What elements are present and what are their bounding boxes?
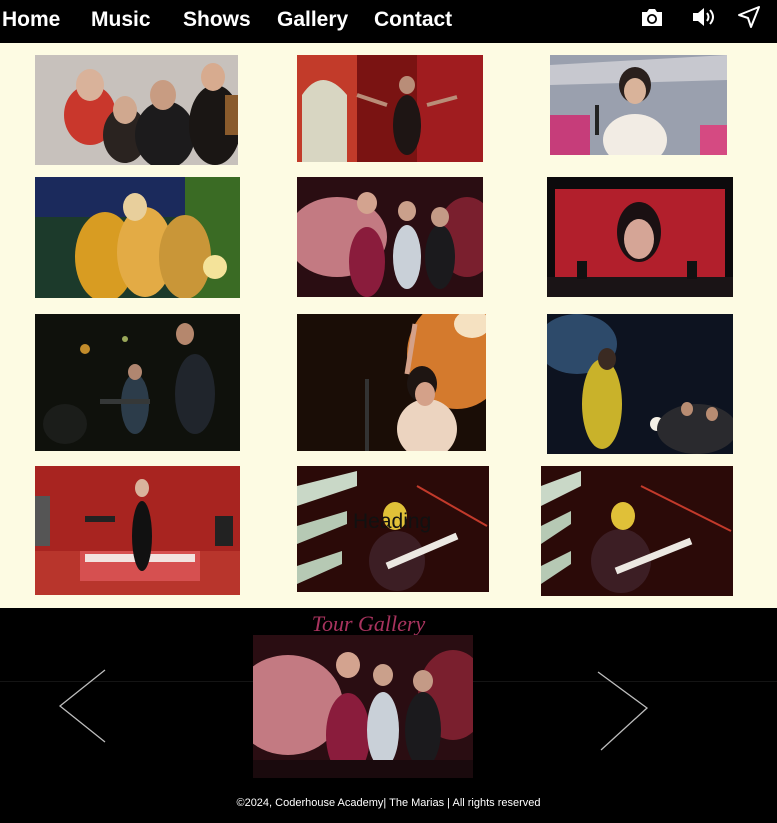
send-icon[interactable] — [736, 4, 762, 30]
gallery-photo-9[interactable] — [547, 314, 733, 454]
chevron-right-icon[interactable] — [595, 670, 650, 752]
gallery-photo-11[interactable]: Heading — [297, 466, 489, 592]
festival-singer-image — [550, 55, 727, 155]
chevron-left-icon[interactable] — [58, 668, 108, 744]
gallery-photo-4[interactable] — [35, 177, 240, 298]
guitarist-duplicate-image — [541, 466, 733, 596]
carousel-slide[interactable] — [253, 635, 473, 778]
footer-copyright: ©2024, Coderhouse Academy| The Marias | … — [236, 797, 541, 809]
nav-music-link[interactable]: Music — [91, 8, 151, 32]
gallery-photo-1[interactable] — [35, 55, 238, 165]
nav-home-link[interactable]: Home — [2, 8, 60, 32]
big-screen-stage-image — [547, 177, 733, 297]
photo-gallery: Heading — [0, 43, 777, 608]
tour-gallery-carousel: Tour Gallery ©2024, Coderhouse Academy| … — [0, 608, 777, 823]
concert-trio-image — [297, 177, 483, 297]
color-blur-image — [35, 177, 240, 298]
dark-stage-band-image — [35, 314, 240, 451]
spotlight-singer-image — [297, 314, 486, 451]
gallery-photo-8[interactable] — [297, 314, 486, 451]
red-studio-image — [35, 466, 240, 595]
nav-contact-link[interactable]: Contact — [374, 8, 452, 32]
gallery-photo-5[interactable] — [297, 177, 483, 297]
nav-shows-link[interactable]: Shows — [183, 8, 251, 32]
gallery-photo-6[interactable] — [547, 177, 733, 297]
tour-gallery-title: Tour Gallery — [311, 611, 426, 636]
stage-singer-image — [297, 55, 483, 162]
speaker-icon[interactable] — [690, 4, 716, 30]
nav-gallery-link[interactable]: Gallery — [277, 8, 348, 32]
gallery-photo-12[interactable] — [541, 466, 733, 596]
crowd-performance-image — [547, 314, 733, 454]
carousel-slide-image — [253, 635, 473, 778]
gallery-photo-3[interactable] — [550, 55, 727, 155]
overlay-heading: Heading — [353, 510, 432, 533]
gallery-photo-7[interactable] — [35, 314, 240, 451]
top-nav: Home Music Shows Gallery Contact — [0, 0, 777, 43]
camera-icon[interactable] — [639, 4, 665, 30]
gallery-photo-10[interactable] — [35, 466, 240, 595]
band-portrait-image — [35, 55, 238, 165]
gallery-photo-2[interactable] — [297, 55, 483, 162]
